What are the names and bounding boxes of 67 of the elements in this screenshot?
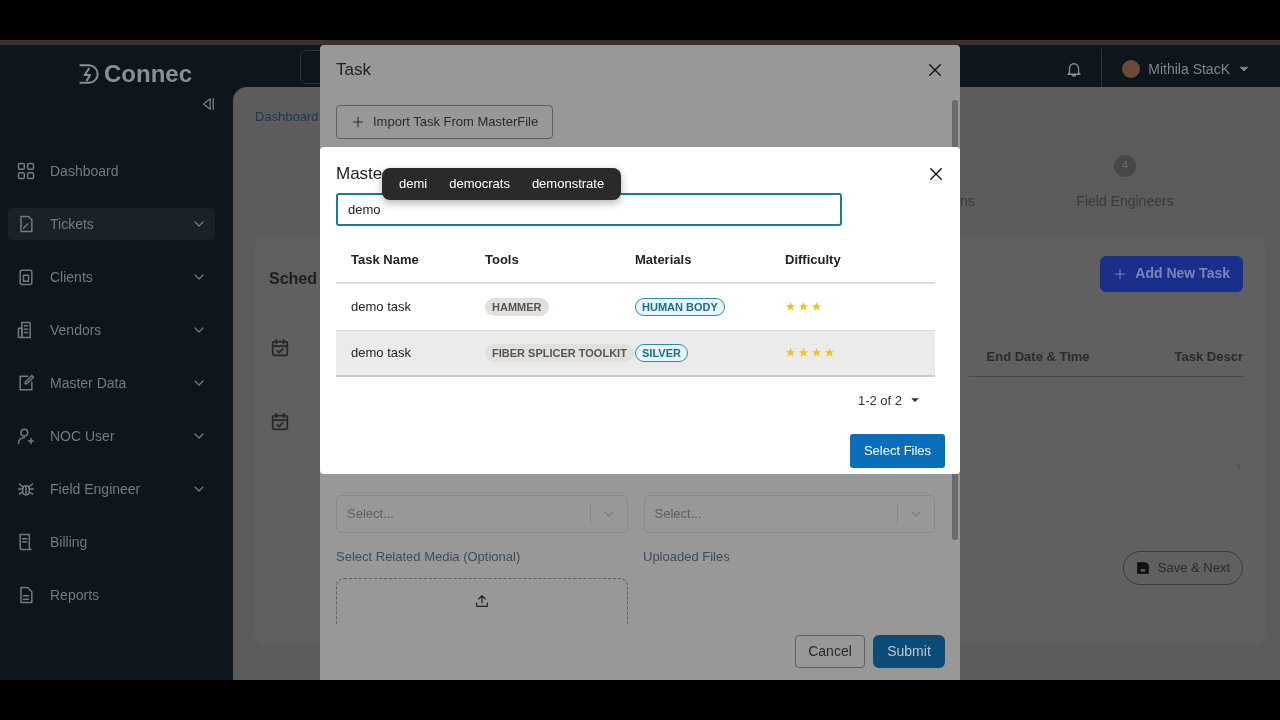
sidebar-item[interactable]: Master Data — [8, 367, 215, 399]
sidebar-label: Reports — [50, 585, 100, 605]
plus-icon — [351, 114, 365, 129]
sidebar-label: Field Engineer — [50, 479, 141, 499]
column-header: Difficulty — [785, 250, 842, 269]
star-icon — [785, 301, 796, 312]
field-label: Uploaded Files — [643, 547, 730, 566]
plus-icon — [1113, 266, 1128, 281]
select-field[interactable]: Select... — [643, 494, 935, 533]
sidebar-item[interactable]: Clients — [8, 261, 215, 293]
modal-title: Maste — [336, 163, 383, 185]
calendar-icon — [269, 337, 291, 359]
material-tag: SILVER — [635, 343, 688, 362]
sidebar-label: Billing — [50, 532, 88, 552]
submit-button[interactable]: Submit — [873, 635, 945, 668]
sidebar-item[interactable]: Billing — [8, 526, 215, 558]
table-cell-text: demo task — [350, 297, 412, 316]
sidebar-item[interactable]: NOC User — [8, 420, 215, 452]
user-plus-icon — [16, 426, 36, 446]
table-cell-text: demo task — [350, 343, 412, 362]
sidebar-item[interactable]: Field Engineer — [8, 473, 215, 505]
clipboard-icon — [16, 267, 36, 287]
user-name[interactable]: Mithila StacK — [1148, 58, 1230, 80]
modal-title: Task — [336, 59, 371, 81]
logo-text: Connec — [104, 59, 192, 89]
sidebar-item[interactable]: Reports — [8, 579, 215, 611]
bolt-logo-icon — [76, 61, 102, 87]
page-size-dropdown[interactable]: 1-2 of 2 — [857, 390, 920, 410]
sidebar-label: Clients — [50, 267, 93, 287]
material-tag: HUMAN BODY — [635, 297, 725, 316]
section-title: Sched — [269, 268, 317, 289]
sidebar-item[interactable]: Dashboard — [8, 155, 215, 187]
suggestion-item[interactable]: demonstrate — [520, 174, 616, 194]
table-row[interactable]: demo task HAMMER HUMAN BODY — [336, 282, 935, 330]
sidebar-label: Tickets — [50, 214, 94, 234]
suggestion-item[interactable]: democrats — [438, 174, 521, 194]
star-icon — [785, 347, 796, 358]
calendar-icon — [269, 411, 291, 433]
select-files-button[interactable]: Select Files — [850, 434, 945, 468]
column-header: Tools — [485, 250, 520, 269]
sidebar-label: Master Data — [50, 373, 127, 393]
star-icon — [798, 347, 809, 358]
bell-icon[interactable] — [1065, 60, 1084, 78]
sidebar-label: Vendors — [50, 320, 102, 340]
grid-icon — [16, 161, 36, 181]
edit-icon — [16, 373, 36, 393]
sidebar-item[interactable]: Tickets — [8, 208, 215, 240]
cancel-button[interactable]: Cancel — [795, 635, 865, 668]
import-button[interactable]: Import Task From MasterFile — [336, 104, 554, 139]
field-label: Select Related Media (Optional) — [336, 547, 522, 566]
sidebar-label: Dashboard — [50, 161, 119, 181]
add-task-button[interactable]: Add New Task — [1100, 255, 1243, 292]
tool-tag: HAMMER — [485, 297, 549, 316]
suggestion-item[interactable]: demi — [388, 174, 439, 194]
tool-tag: FIBER SPLICER TOOLKIT — [485, 343, 634, 362]
avatar-icon — [1122, 60, 1141, 78]
sidebar-item[interactable]: Vendors — [8, 314, 215, 346]
star-icon — [811, 301, 822, 312]
sidebar-label: NOC User — [50, 426, 115, 446]
column-header: Task Name — [350, 250, 420, 269]
select-field[interactable]: Select... — [336, 494, 628, 533]
table-row[interactable]: demo task FIBER SPLICER TOOLKIT SILVER — [336, 329, 935, 377]
star-icon — [824, 347, 835, 358]
column-header: Materials — [635, 250, 693, 269]
upload-icon — [474, 593, 490, 609]
star-icon — [811, 347, 822, 358]
star-icon — [798, 301, 809, 312]
